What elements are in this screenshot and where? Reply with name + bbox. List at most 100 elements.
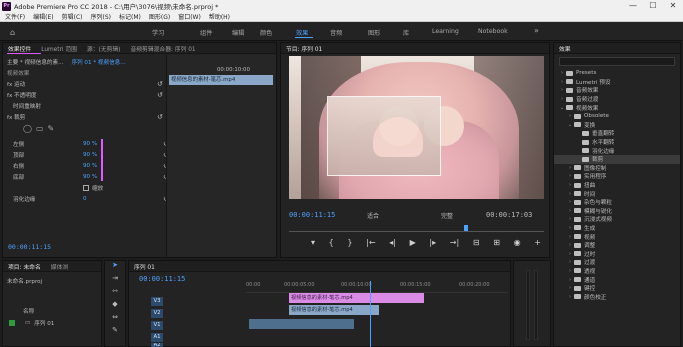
mark-out-button[interactable]: } <box>347 238 352 247</box>
expand-arrow-icon[interactable]: › <box>566 259 574 265</box>
reset-icon[interactable]: ↺ <box>157 91 163 99</box>
effects-tree-item[interactable]: › 扭曲 <box>554 181 680 190</box>
time-ruler[interactable]: 00:00 00:00:05:00 00:00:10:00 00:00:15:0… <box>246 273 508 293</box>
effects-tree-item[interactable]: › 音频过渡 <box>554 95 680 104</box>
add-marker-button[interactable]: ▾ <box>311 238 315 247</box>
effect-crop-row[interactable]: fx 裁剪 ↺ <box>7 112 167 122</box>
sequence-clip-dropdown[interactable]: 序列 01 * 视频信息... <box>71 58 125 66</box>
effects-tree-item[interactable]: › 沉浸式视频 <box>554 215 680 224</box>
clip-v1[interactable]: 视频信息的素材-笔芯.mp4 <box>289 305 379 315</box>
timeline-timecode[interactable]: 00:00:11:15 <box>139 275 185 283</box>
effects-tree-item[interactable]: › 过渡 <box>554 258 680 267</box>
expand-arrow-icon[interactable]: › <box>566 191 574 197</box>
effects-tree-item[interactable]: ⌄ 变换 <box>554 121 680 130</box>
step-back-button[interactable]: ◂| <box>389 238 396 247</box>
effects-tree-item[interactable]: › 实用程序 <box>554 172 680 181</box>
ellipse-mask-icon[interactable]: ◯ <box>23 124 32 133</box>
menu-window[interactable]: 窗口(W) <box>178 12 201 21</box>
expand-arrow-icon[interactable]: › <box>566 225 574 231</box>
crop-right-value[interactable]: 90 % <box>83 163 97 169</box>
effects-search-input[interactable] <box>559 57 675 66</box>
expand-arrow-icon[interactable]: › <box>566 173 574 179</box>
effects-tree-item[interactable]: › 键控 <box>554 284 680 293</box>
workspace-color[interactable]: 颜色 <box>260 28 272 37</box>
fit-dropdown[interactable]: 适合 <box>367 211 379 220</box>
menu-edit[interactable]: 编辑(E) <box>33 12 53 21</box>
workspace-libraries[interactable]: 库 <box>403 28 409 37</box>
button-editor-button[interactable]: + <box>534 238 541 247</box>
menu-help[interactable]: 帮助(H) <box>209 12 230 21</box>
effects-tree-item[interactable]: ⌄ 视频效果 <box>554 103 680 112</box>
workspace-graphics[interactable]: 图形 <box>368 28 380 37</box>
feather-value[interactable]: 0 <box>83 196 87 202</box>
source-clip-dropdown[interactable]: 主要 * 视频信息的素... <box>7 58 63 66</box>
extract-button[interactable]: ⊞ <box>493 238 500 247</box>
menu-markers[interactable]: 标记(M) <box>119 12 141 21</box>
workspaces-more-button[interactable]: » <box>534 26 539 35</box>
effects-tree-item[interactable]: › 时间 <box>554 189 680 198</box>
effects-tree-item[interactable]: › 杂色与颗粒 <box>554 198 680 207</box>
effects-tree-item[interactable]: › 透视 <box>554 267 680 276</box>
track-label[interactable]: A2 <box>151 343 163 347</box>
effects-tree-item[interactable]: › 颜色校正 <box>554 292 680 301</box>
effects-tree-item[interactable]: › 通道 <box>554 275 680 284</box>
reset-icon[interactable]: ↺ <box>157 113 163 121</box>
tab-program[interactable]: 节目: 序列 01 <box>281 44 327 53</box>
tab-audio-clip-mixer[interactable]: 音频剪辑混合器: 序列 01 <box>125 44 200 53</box>
expand-arrow-icon[interactable]: › <box>566 216 574 222</box>
rectangle-mask-icon[interactable]: ▭ <box>36 124 44 133</box>
workspace-assembly[interactable]: 组件 <box>200 28 212 37</box>
effects-tree-item[interactable]: › 生成 <box>554 224 680 233</box>
export-frame-button[interactable]: ◉ <box>514 238 521 247</box>
home-icon[interactable]: ⌂ <box>10 28 15 37</box>
effects-tree-item[interactable]: › Presets <box>554 69 680 78</box>
tab-project[interactable]: 项目: 未命名 <box>3 262 46 271</box>
track-a1[interactable]: A1 <box>131 331 509 343</box>
expand-arrow-icon[interactable]: › <box>566 285 574 291</box>
minimize-button[interactable]: — <box>623 0 643 12</box>
reset-icon[interactable]: ↺ <box>157 80 163 88</box>
effects-tree-item[interactable]: › Lumetri 预设 <box>554 78 680 87</box>
tab-effects[interactable]: 效果 <box>554 44 576 53</box>
effects-tree-item[interactable]: 水平翻转 <box>554 138 680 147</box>
tab-media-browser[interactable]: 媒体浏 <box>46 262 73 271</box>
ec-current-time[interactable]: 00:00:11:15 <box>8 243 51 251</box>
tab-sequence[interactable]: 序列 01 <box>129 262 160 271</box>
lift-button[interactable]: ⊟ <box>473 238 480 247</box>
effects-tree-item[interactable]: 垂直翻转 <box>554 129 680 138</box>
slip-tool-icon[interactable]: ⇔ <box>105 313 125 326</box>
mark-in-button[interactable]: { <box>329 238 334 247</box>
play-button[interactable]: ▶ <box>410 238 416 247</box>
expand-arrow-icon[interactable]: ⌄ <box>566 122 574 128</box>
program-scrubber[interactable] <box>289 225 544 232</box>
expand-arrow-icon[interactable]: › <box>566 251 574 257</box>
step-forward-button[interactable]: |▸ <box>429 238 436 247</box>
expand-arrow-icon[interactable]: ⌄ <box>558 105 566 111</box>
workspace-learning[interactable]: Learning <box>432 28 459 35</box>
track-label[interactable]: V1 <box>151 320 163 330</box>
expand-arrow-icon[interactable]: › <box>566 182 574 188</box>
crop-top-value[interactable]: 90 % <box>83 152 97 158</box>
expand-arrow-icon[interactable]: › <box>566 294 574 300</box>
effects-tree-item[interactable]: 羽化边缘 <box>554 146 680 155</box>
playhead[interactable] <box>464 225 468 231</box>
ripple-edit-tool-icon[interactable]: ⇿ <box>105 287 125 300</box>
effects-tree-item[interactable]: › Obsolete <box>554 112 680 121</box>
crop-bottom-value[interactable]: 90 % <box>83 174 97 180</box>
expand-arrow-icon[interactable]: › <box>566 277 574 283</box>
selection-tool-icon[interactable]: ➤ <box>105 261 125 274</box>
expand-arrow-icon[interactable]: › <box>566 234 574 240</box>
quality-dropdown[interactable]: 完整 <box>441 211 453 220</box>
effect-motion-row[interactable]: fx 运动 ↺ <box>7 79 167 89</box>
expand-arrow-icon[interactable]: › <box>566 199 574 205</box>
menu-file[interactable]: 文件(F) <box>5 12 25 21</box>
track-label[interactable]: V3 <box>151 296 163 306</box>
effects-tree-item[interactable]: › 过时 <box>554 249 680 258</box>
expand-arrow-icon[interactable]: › <box>558 79 566 85</box>
timeline-playhead[interactable] <box>370 281 371 347</box>
crop-left-value[interactable]: 90 % <box>83 141 97 147</box>
track-select-tool-icon[interactable]: ⇥ <box>105 274 125 287</box>
track-a2[interactable]: A2 <box>131 343 509 347</box>
menu-clip[interactable]: 剪辑(C) <box>62 12 83 21</box>
track-label[interactable]: A1 <box>151 332 163 342</box>
